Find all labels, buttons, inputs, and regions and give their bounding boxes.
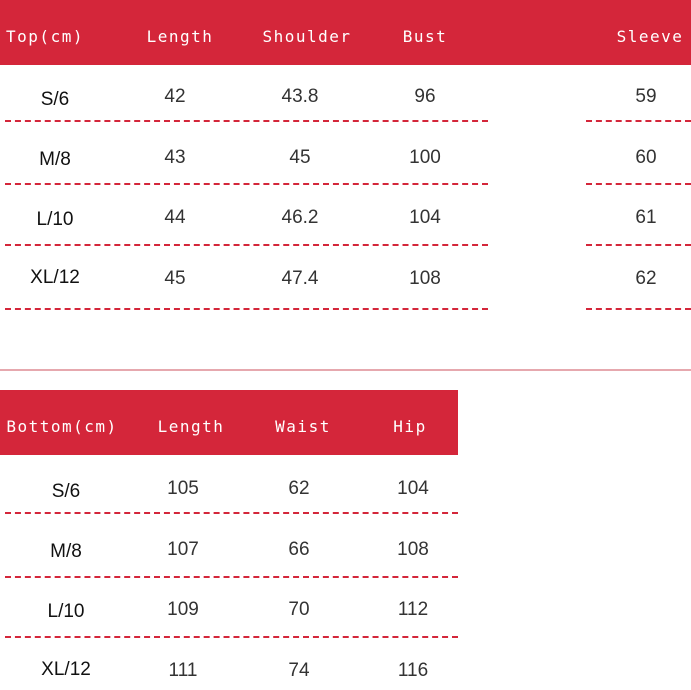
- bottom-row-divider: [5, 576, 458, 578]
- top-row-1-shoulder: 43.8: [281, 86, 319, 107]
- bottom-row-2-waist: 66: [288, 539, 310, 560]
- top-row-2-bust: 100: [409, 147, 441, 168]
- top-row-3-shoulder: 46.2: [281, 207, 319, 228]
- bottom-row-2-hip: 108: [397, 539, 429, 560]
- top-row-divider: [586, 120, 691, 122]
- bottom-row-4-hip: 116: [397, 660, 429, 681]
- top-row-4-length: 45: [164, 268, 186, 289]
- top-row-divider: [586, 308, 691, 310]
- top-row-4-sleeve: 62: [635, 268, 657, 289]
- bottom-row-2-size: M/8: [50, 541, 82, 562]
- bottom-row-4-length: 111: [168, 660, 198, 681]
- bottom-row-3-size: L/10: [47, 601, 85, 622]
- top-row-1-size: S/6: [40, 89, 70, 110]
- top-row-2-shoulder: 45: [289, 147, 311, 168]
- bottom-row-3-length: 109: [167, 599, 199, 620]
- top-header-size: Top(cm): [6, 27, 84, 46]
- top-row-4-shoulder: 47.4: [281, 268, 319, 289]
- top-row-divider: [5, 183, 488, 185]
- bottom-header-hip: Hip: [393, 417, 427, 436]
- top-row-2-sleeve: 60: [635, 147, 657, 168]
- top-header-bust: Bust: [402, 27, 448, 46]
- bottom-row-divider: [5, 636, 458, 638]
- top-row-divider: [586, 244, 691, 246]
- top-row-divider: [5, 244, 488, 246]
- top-row-3-sleeve: 61: [635, 207, 657, 228]
- bottom-row-1-size: S/6: [51, 481, 81, 502]
- top-row-4-bust: 108: [409, 268, 441, 289]
- bottom-row-divider: [5, 512, 458, 514]
- top-row-3-bust: 104: [409, 207, 441, 228]
- top-row-divider: [586, 183, 691, 185]
- bottom-row-3-waist: 70: [288, 599, 310, 620]
- top-header-length: Length: [146, 27, 214, 46]
- section-divider: [0, 369, 691, 371]
- bottom-header-size: Bottom(cm): [6, 417, 118, 436]
- top-row-3-length: 44: [164, 207, 186, 228]
- bottom-header-length: Length: [157, 417, 225, 436]
- top-row-2-size: M/8: [39, 149, 71, 170]
- top-row-2-length: 43: [164, 147, 186, 168]
- top-row-3-size: L/10: [36, 209, 74, 230]
- bottom-row-1-waist: 62: [288, 478, 310, 499]
- top-row-1-sleeve: 59: [635, 86, 657, 107]
- bottom-row-3-hip: 112: [397, 599, 429, 620]
- top-row-4-size: XL/12: [30, 267, 80, 288]
- bottom-row-4-size: XL/12: [41, 659, 91, 680]
- top-row-divider: [5, 308, 488, 310]
- top-row-1-bust: 96: [414, 86, 436, 107]
- top-header-shoulder: Shoulder: [262, 27, 352, 46]
- bottom-header-waist: Waist: [275, 417, 331, 436]
- top-row-1-length: 42: [164, 86, 186, 107]
- bottom-row-4-waist: 74: [288, 660, 310, 681]
- top-row-divider: [5, 120, 488, 122]
- bottom-row-1-hip: 104: [397, 478, 429, 499]
- top-header-sleeve: Sleeve: [616, 27, 684, 46]
- bottom-row-2-length: 107: [167, 539, 199, 560]
- bottom-row-1-length: 105: [167, 478, 199, 499]
